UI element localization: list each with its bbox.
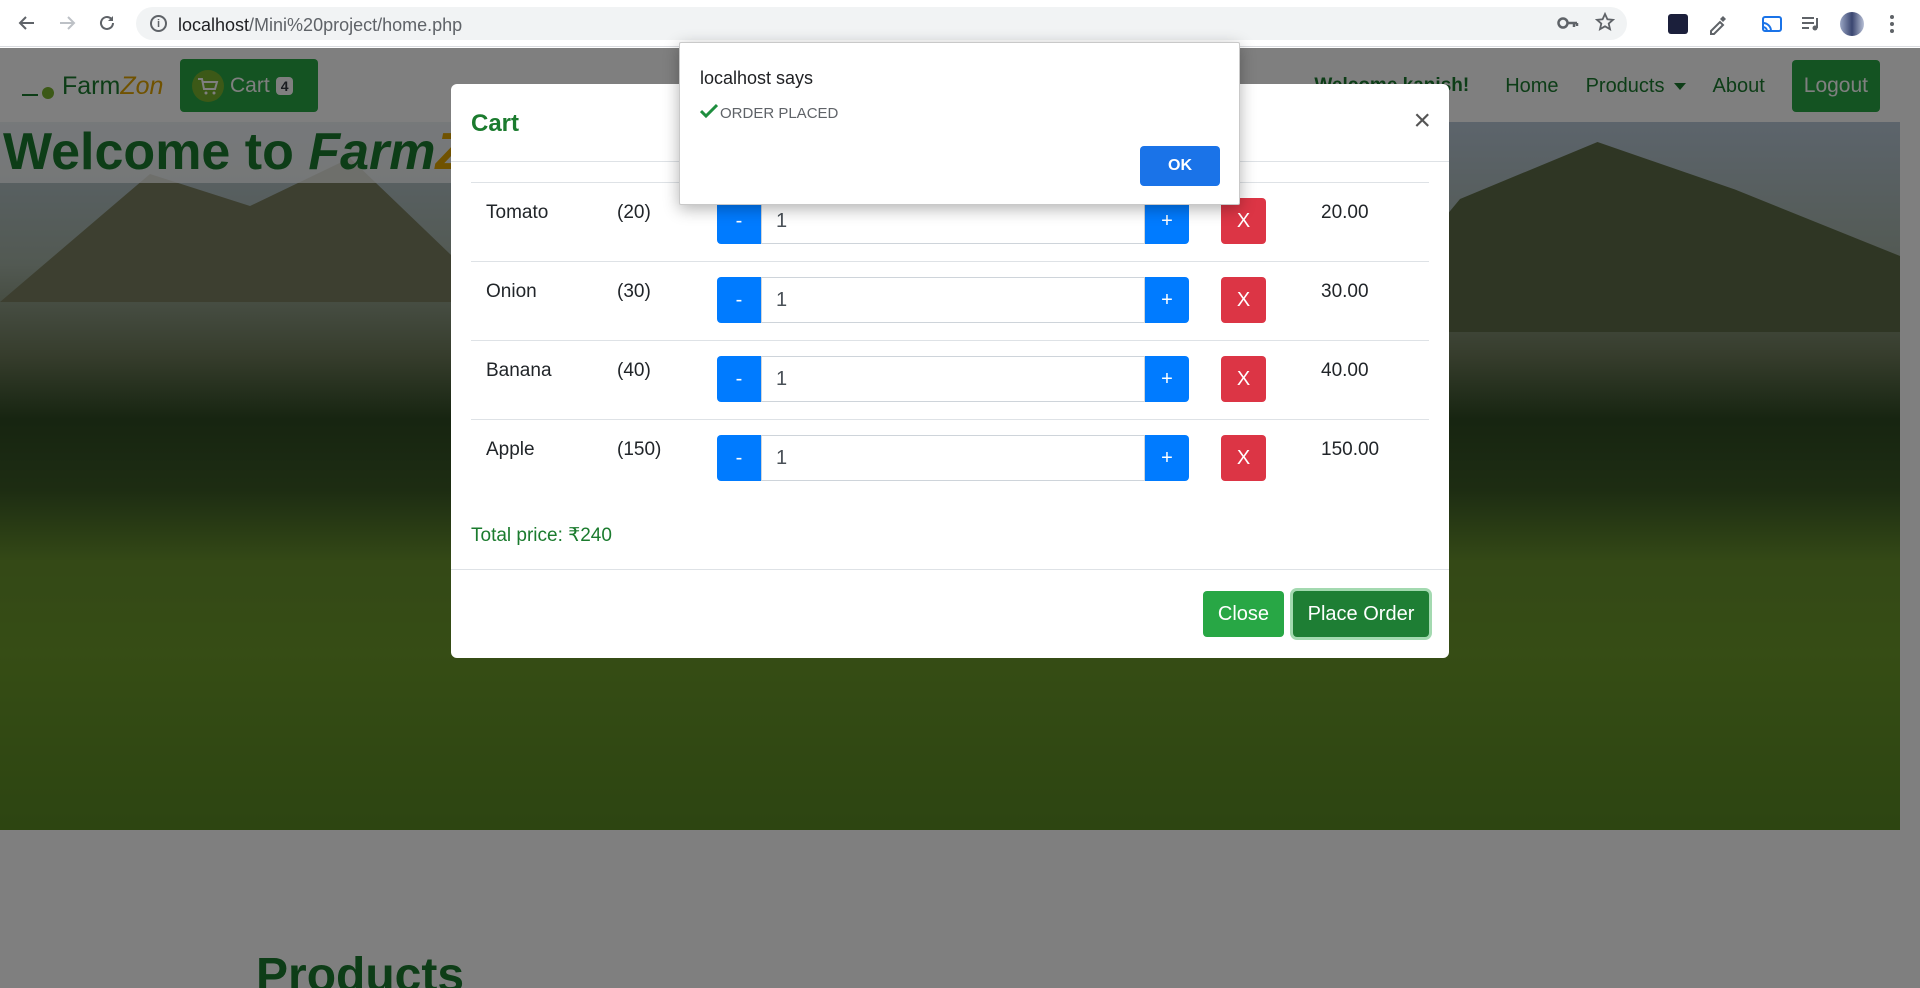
- quantity-input[interactable]: [761, 277, 1145, 323]
- close-button[interactable]: Close: [1203, 591, 1284, 637]
- decrease-qty-button[interactable]: -: [717, 435, 761, 481]
- increase-qty-button[interactable]: +: [1145, 356, 1189, 402]
- remove-item-button[interactable]: X: [1221, 435, 1266, 481]
- quantity-input[interactable]: [761, 356, 1145, 402]
- place-order-button[interactable]: Place Order: [1293, 591, 1429, 637]
- cast-icon[interactable]: [1760, 12, 1784, 36]
- alert-message: ORDER PLACED: [699, 103, 839, 123]
- item-name: Banana: [486, 360, 552, 381]
- item-unit-price: (40): [617, 360, 651, 381]
- item-name: Tomato: [486, 202, 549, 223]
- item-line-total: 20.00: [1321, 202, 1369, 223]
- reload-icon[interactable]: [94, 10, 120, 36]
- increase-qty-button[interactable]: +: [1145, 277, 1189, 323]
- item-line-total: 30.00: [1321, 281, 1369, 302]
- item-unit-price: (30): [617, 281, 651, 302]
- decrease-qty-button[interactable]: -: [717, 356, 761, 402]
- modal-footer: Close Place Order: [451, 569, 1449, 658]
- modal-title: Cart: [471, 110, 520, 137]
- quantity-input[interactable]: [761, 435, 1145, 481]
- alert-title: localhost says: [700, 68, 814, 88]
- bookmark-star-icon[interactable]: [1594, 11, 1616, 37]
- item-line-total: 150.00: [1321, 439, 1380, 460]
- url-path: /Mini%20project/home.php: [249, 15, 463, 35]
- url-host: localhost: [178, 15, 250, 35]
- alert-message-text: ORDER PLACED: [720, 104, 839, 122]
- item-name: Onion: [486, 281, 537, 302]
- checkmark-icon: [699, 103, 719, 123]
- remove-item-button[interactable]: X: [1221, 277, 1266, 323]
- item-unit-price: (150): [617, 439, 662, 460]
- menu-dots-icon[interactable]: [1880, 12, 1904, 36]
- table-row: Apple (150) - + X 150.00: [471, 419, 1429, 498]
- total-price: Total price: ₹240: [471, 525, 612, 546]
- remove-item-button[interactable]: X: [1221, 356, 1266, 402]
- media-queue-icon[interactable]: [1799, 12, 1823, 36]
- browser-toolbar: i localhost/Mini%20project/home.php: [0, 0, 1920, 47]
- url-text: localhost/Mini%20project/home.php: [178, 15, 462, 36]
- address-bar[interactable]: i localhost/Mini%20project/home.php: [136, 7, 1627, 40]
- table-row: Onion (30) - + X 30.00: [471, 261, 1429, 340]
- item-name: Apple: [486, 439, 535, 460]
- increase-qty-button[interactable]: +: [1145, 435, 1189, 481]
- cart-table: Tomato (20) - + X 20.00 Onion (30) - + X…: [471, 182, 1429, 498]
- site-info-icon[interactable]: i: [150, 15, 167, 32]
- extension-icon[interactable]: [1666, 12, 1690, 36]
- back-arrow-icon[interactable]: [14, 10, 40, 36]
- key-icon[interactable]: [1557, 14, 1579, 37]
- alert-dialog: localhost says ORDER PLACED OK: [679, 42, 1240, 205]
- eyedropper-icon[interactable]: [1706, 12, 1730, 36]
- close-icon[interactable]: ×: [1413, 106, 1431, 136]
- item-unit-price: (20): [617, 202, 651, 223]
- forward-arrow-icon[interactable]: [54, 10, 80, 36]
- table-row: Banana (40) - + X 40.00: [471, 340, 1429, 419]
- decrease-qty-button[interactable]: -: [717, 277, 761, 323]
- item-line-total: 40.00: [1321, 360, 1369, 381]
- profile-avatar[interactable]: [1840, 12, 1864, 36]
- ok-button[interactable]: OK: [1140, 146, 1220, 186]
